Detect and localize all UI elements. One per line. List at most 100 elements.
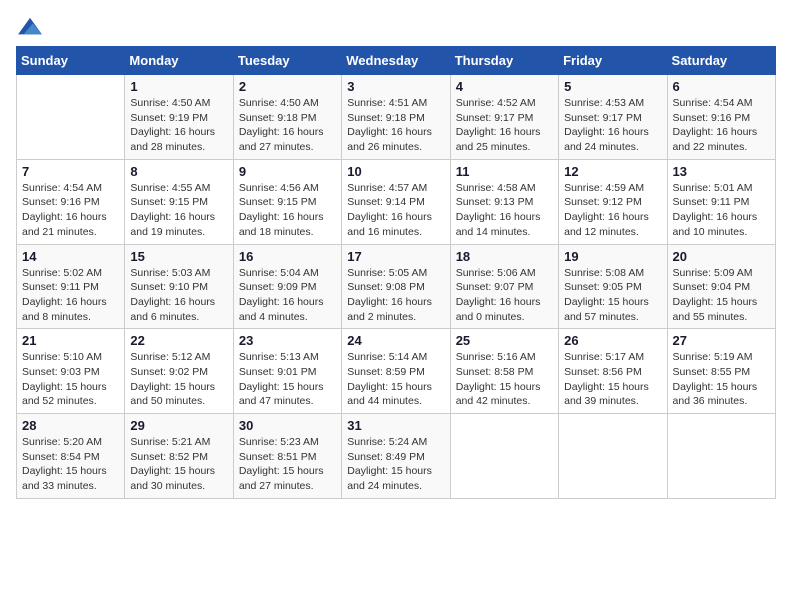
day-info: Sunrise: 5:02 AM Sunset: 9:11 PM Dayligh… xyxy=(22,266,119,325)
calendar-cell: 22Sunrise: 5:12 AM Sunset: 9:02 PM Dayli… xyxy=(125,329,233,414)
day-number: 4 xyxy=(456,79,553,94)
day-number: 22 xyxy=(130,333,227,348)
calendar-cell: 1 Sunrise: 4:50 AM Sunset: 9:19 PM Daylig… xyxy=(125,75,233,160)
calendar-week-row: 21 Sunrise: 5:10 AM Sunset: 9:03 PM Dayli… xyxy=(17,329,776,414)
calendar-cell: 26Sunrise: 5:17 AM Sunset: 8:56 PM Dayli… xyxy=(559,329,667,414)
calendar-week-row: 28 Sunrise: 5:20 AM Sunset: 8:54 PM Dayli… xyxy=(17,414,776,499)
day-number: 27 xyxy=(673,333,770,348)
calendar-week-row: 1 Sunrise: 4:50 AM Sunset: 9:19 PM Daylig… xyxy=(17,75,776,160)
calendar-week-row: 7Sunrise: 4:54 AM Sunset: 9:16 PM Daylig… xyxy=(17,159,776,244)
day-info: Sunrise: 4:50 AM Sunset: 9:18 PM Dayligh… xyxy=(239,96,336,155)
day-info: Sunrise: 5:14 AM Sunset: 8:59 PM Dayligh… xyxy=(347,350,444,409)
day-number: 6 xyxy=(673,79,770,94)
day-number: 21 xyxy=(22,333,119,348)
calendar-cell: 13 Sunrise: 5:01 AM Sunset: 9:11 PM Dayli… xyxy=(667,159,775,244)
calendar-cell: 12 Sunrise: 4:59 AM Sunset: 9:12 PM Dayli… xyxy=(559,159,667,244)
day-number: 25 xyxy=(456,333,553,348)
logo xyxy=(16,16,48,38)
day-info: Sunrise: 4:57 AM Sunset: 9:14 PM Dayligh… xyxy=(347,181,444,240)
calendar-cell: 23 Sunrise: 5:13 AM Sunset: 9:01 PM Dayli… xyxy=(233,329,341,414)
day-number: 30 xyxy=(239,418,336,433)
calendar-cell: 17 Sunrise: 5:05 AM Sunset: 9:08 PM Dayli… xyxy=(342,244,450,329)
day-info: Sunrise: 4:55 AM Sunset: 9:15 PM Dayligh… xyxy=(130,181,227,240)
calendar-cell: 30 Sunrise: 5:23 AM Sunset: 8:51 PM Dayli… xyxy=(233,414,341,499)
day-info: Sunrise: 4:52 AM Sunset: 9:17 PM Dayligh… xyxy=(456,96,553,155)
day-info: Sunrise: 5:13 AM Sunset: 9:01 PM Dayligh… xyxy=(239,350,336,409)
day-info: Sunrise: 5:10 AM Sunset: 9:03 PM Dayligh… xyxy=(22,350,119,409)
day-info: Sunrise: 5:09 AM Sunset: 9:04 PM Dayligh… xyxy=(673,266,770,325)
calendar-cell: 25 Sunrise: 5:16 AM Sunset: 8:58 PM Dayli… xyxy=(450,329,558,414)
day-number: 19 xyxy=(564,249,661,264)
weekday-header: Tuesday xyxy=(233,47,341,75)
day-number: 9 xyxy=(239,164,336,179)
day-info: Sunrise: 4:53 AM Sunset: 9:17 PM Dayligh… xyxy=(564,96,661,155)
day-info: Sunrise: 5:16 AM Sunset: 8:58 PM Dayligh… xyxy=(456,350,553,409)
day-info: Sunrise: 5:08 AM Sunset: 9:05 PM Dayligh… xyxy=(564,266,661,325)
day-info: Sunrise: 5:04 AM Sunset: 9:09 PM Dayligh… xyxy=(239,266,336,325)
day-info: Sunrise: 5:05 AM Sunset: 9:08 PM Dayligh… xyxy=(347,266,444,325)
weekday-header: Wednesday xyxy=(342,47,450,75)
day-number: 2 xyxy=(239,79,336,94)
day-number: 14 xyxy=(22,249,119,264)
calendar-week-row: 14 Sunrise: 5:02 AM Sunset: 9:11 PM Dayli… xyxy=(17,244,776,329)
calendar-cell: 4 Sunrise: 4:52 AM Sunset: 9:17 PM Daylig… xyxy=(450,75,558,160)
calendar-table: SundayMondayTuesdayWednesdayThursdayFrid… xyxy=(16,46,776,499)
page-header xyxy=(16,16,776,38)
day-info: Sunrise: 5:01 AM Sunset: 9:11 PM Dayligh… xyxy=(673,181,770,240)
day-number: 7 xyxy=(22,164,119,179)
day-info: Sunrise: 5:20 AM Sunset: 8:54 PM Dayligh… xyxy=(22,435,119,494)
calendar-cell: 9 Sunrise: 4:56 AM Sunset: 9:15 PM Daylig… xyxy=(233,159,341,244)
calendar-cell: 21 Sunrise: 5:10 AM Sunset: 9:03 PM Dayli… xyxy=(17,329,125,414)
day-info: Sunrise: 4:50 AM Sunset: 9:19 PM Dayligh… xyxy=(130,96,227,155)
calendar-cell: 24Sunrise: 5:14 AM Sunset: 8:59 PM Dayli… xyxy=(342,329,450,414)
calendar-cell: 27 Sunrise: 5:19 AM Sunset: 8:55 PM Dayli… xyxy=(667,329,775,414)
weekday-header: Saturday xyxy=(667,47,775,75)
calendar-cell: 11 Sunrise: 4:58 AM Sunset: 9:13 PM Dayli… xyxy=(450,159,558,244)
day-number: 26 xyxy=(564,333,661,348)
day-info: Sunrise: 4:59 AM Sunset: 9:12 PM Dayligh… xyxy=(564,181,661,240)
day-number: 5 xyxy=(564,79,661,94)
calendar-cell xyxy=(450,414,558,499)
day-info: Sunrise: 5:23 AM Sunset: 8:51 PM Dayligh… xyxy=(239,435,336,494)
day-info: Sunrise: 4:51 AM Sunset: 9:18 PM Dayligh… xyxy=(347,96,444,155)
day-info: Sunrise: 5:21 AM Sunset: 8:52 PM Dayligh… xyxy=(130,435,227,494)
weekday-header: Thursday xyxy=(450,47,558,75)
calendar-cell: 8 Sunrise: 4:55 AM Sunset: 9:15 PM Daylig… xyxy=(125,159,233,244)
day-info: Sunrise: 4:56 AM Sunset: 9:15 PM Dayligh… xyxy=(239,181,336,240)
day-info: Sunrise: 5:19 AM Sunset: 8:55 PM Dayligh… xyxy=(673,350,770,409)
day-number: 18 xyxy=(456,249,553,264)
day-number: 3 xyxy=(347,79,444,94)
calendar-cell: 28 Sunrise: 5:20 AM Sunset: 8:54 PM Dayli… xyxy=(17,414,125,499)
day-number: 29 xyxy=(130,418,227,433)
calendar-cell: 3 Sunrise: 4:51 AM Sunset: 9:18 PM Daylig… xyxy=(342,75,450,160)
day-number: 28 xyxy=(22,418,119,433)
day-info: Sunrise: 4:58 AM Sunset: 9:13 PM Dayligh… xyxy=(456,181,553,240)
calendar-cell: 2 Sunrise: 4:50 AM Sunset: 9:18 PM Daylig… xyxy=(233,75,341,160)
day-number: 23 xyxy=(239,333,336,348)
day-number: 20 xyxy=(673,249,770,264)
calendar-cell: 5 Sunrise: 4:53 AM Sunset: 9:17 PM Daylig… xyxy=(559,75,667,160)
calendar-cell xyxy=(667,414,775,499)
day-info: Sunrise: 5:24 AM Sunset: 8:49 PM Dayligh… xyxy=(347,435,444,494)
day-info: Sunrise: 5:06 AM Sunset: 9:07 PM Dayligh… xyxy=(456,266,553,325)
calendar-cell: 29 Sunrise: 5:21 AM Sunset: 8:52 PM Dayli… xyxy=(125,414,233,499)
day-number: 12 xyxy=(564,164,661,179)
calendar-cell: 14 Sunrise: 5:02 AM Sunset: 9:11 PM Dayli… xyxy=(17,244,125,329)
day-number: 31 xyxy=(347,418,444,433)
calendar-cell: 16Sunrise: 5:04 AM Sunset: 9:09 PM Dayli… xyxy=(233,244,341,329)
day-number: 15 xyxy=(130,249,227,264)
calendar-cell: 19 Sunrise: 5:08 AM Sunset: 9:05 PM Dayli… xyxy=(559,244,667,329)
day-number: 13 xyxy=(673,164,770,179)
calendar-cell: 20 Sunrise: 5:09 AM Sunset: 9:04 PM Dayli… xyxy=(667,244,775,329)
day-number: 17 xyxy=(347,249,444,264)
weekday-header: Sunday xyxy=(17,47,125,75)
day-number: 11 xyxy=(456,164,553,179)
calendar-cell xyxy=(559,414,667,499)
calendar-cell: 6 Sunrise: 4:54 AM Sunset: 9:16 PM Daylig… xyxy=(667,75,775,160)
day-number: 1 xyxy=(130,79,227,94)
day-number: 8 xyxy=(130,164,227,179)
day-info: Sunrise: 4:54 AM Sunset: 9:16 PM Dayligh… xyxy=(673,96,770,155)
calendar-cell: 7Sunrise: 4:54 AM Sunset: 9:16 PM Daylig… xyxy=(17,159,125,244)
weekday-header: Monday xyxy=(125,47,233,75)
header-row: SundayMondayTuesdayWednesdayThursdayFrid… xyxy=(17,47,776,75)
